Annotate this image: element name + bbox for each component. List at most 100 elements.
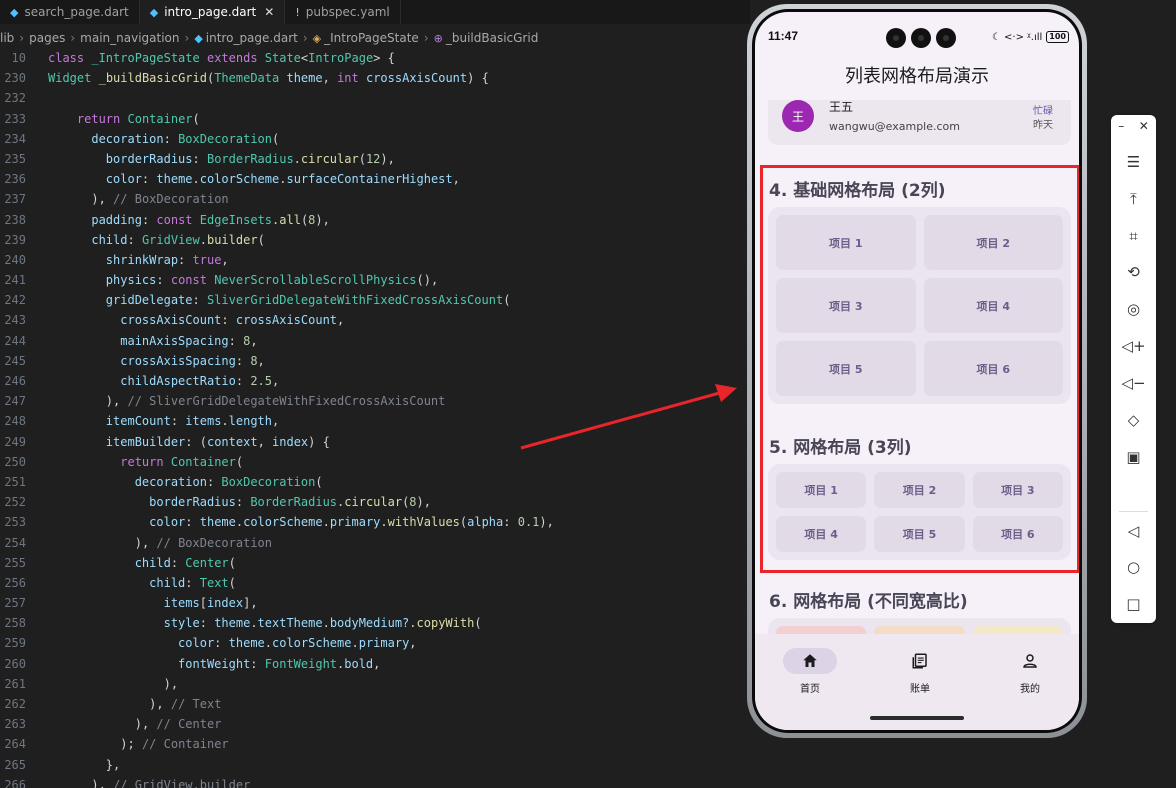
tab-intro-page[interactable]: ◆ intro_page.dart ✕ (139, 0, 286, 24)
overview-icon[interactable]: □ (1111, 595, 1156, 613)
phone-frame: 11:47 ☾ <·> ᵡ.ıll 100 列表网格布局演示 王 王五 wang… (747, 4, 1087, 738)
line-source: decoration: BoxDecoration( (134, 474, 323, 489)
line-number: 243 (4, 313, 26, 328)
nav-item-home[interactable]: 首页 (770, 648, 850, 695)
line-number: 265 (4, 757, 26, 772)
app-bar-title: 列表网格布局演示 (845, 66, 989, 87)
tab-label: search_page.dart (24, 5, 129, 19)
class-icon: ◈ (312, 31, 322, 45)
line-number: 242 (4, 293, 26, 308)
camera-icon (911, 28, 931, 48)
line-number: 233 (4, 111, 26, 126)
close-icon[interactable]: ✕ (1139, 119, 1149, 133)
breadcrumb-item[interactable]: lib (0, 31, 14, 45)
line-source: }, (105, 757, 121, 772)
close-icon[interactable]: ✕ (264, 5, 274, 19)
home-icon[interactable]: ○ (1111, 558, 1156, 576)
list-item[interactable]: 王 王五 wangwu@example.com 忙碌 昨天 (768, 100, 1071, 145)
line-source: physics: const NeverScrollableScrollPhys… (105, 273, 439, 288)
line-source: class _IntroPageState extends State<Intr… (48, 51, 395, 65)
breadcrumb-item[interactable]: intro_page.dart (206, 31, 298, 45)
screenshot-icon[interactable]: ▣ (1111, 448, 1156, 466)
emulator-toolbar: – ✕ ☰ ⤒ ⌗ ⟲ ◎ ◁+ ◁− ◇ ▣ ◁ ○ □ (1111, 115, 1156, 623)
line-source: childAspectRatio: 2.5, (120, 374, 280, 388)
line-source: style: theme.textTheme.bodyMedium?.copyW… (163, 616, 482, 631)
line-number: 239 (4, 232, 26, 247)
line-source: color: theme.colorScheme.primary.withVal… (149, 515, 554, 530)
breadcrumb-item[interactable]: _IntroPageState (324, 31, 419, 45)
line-source: borderRadius: BorderRadius.circular(12), (105, 151, 395, 166)
line-number: 252 (4, 495, 26, 510)
crop-icon[interactable]: ⌗ (1111, 227, 1156, 245)
pin-top-icon[interactable]: ⤒ (1111, 190, 1156, 208)
status-icons: ☾ <·> ᵡ.ıll 100 (992, 31, 1069, 43)
line-source: child: Text( (149, 575, 236, 590)
line-number: 257 (4, 596, 26, 611)
tab-search-page[interactable]: ◆ search_page.dart (0, 0, 140, 24)
breadcrumb-item[interactable]: main_navigation (80, 31, 179, 45)
list-item-time: 昨天 (1033, 120, 1053, 131)
line-number: 254 (4, 535, 26, 550)
line-source: itemBuilder: (context, index) { (105, 434, 330, 449)
breadcrumb-item[interactable]: pages (29, 31, 65, 45)
breadcrumb-item[interactable]: _buildBasicGrid (446, 31, 538, 45)
line-number: 260 (4, 656, 26, 671)
back-icon[interactable]: ◁ (1111, 522, 1156, 540)
line-number: 244 (4, 333, 26, 348)
nav-label: 账单 (910, 684, 930, 695)
home-indicator[interactable] (870, 716, 964, 720)
dart-file-icon: ◆ (10, 5, 19, 19)
line-source: crossAxisCount: crossAxisCount, (120, 313, 345, 328)
line-number: 255 (4, 555, 26, 570)
line-number: 251 (4, 474, 26, 489)
line-source (48, 88, 91, 108)
nav-label: 首页 (800, 684, 820, 695)
line-source: mainAxisSpacing: 8, (120, 333, 258, 348)
volume-down-icon[interactable]: ◁− (1111, 374, 1156, 392)
rotate-icon[interactable]: ⟲ (1111, 263, 1156, 281)
line-source: padding: const EdgeInsets.all(8), (91, 212, 330, 227)
line-source: gridDelegate: SliverGridDelegateWithFixe… (105, 293, 511, 308)
home-icon (803, 654, 817, 667)
annotation-arrow (520, 384, 737, 450)
menu-icon[interactable]: ☰ (1111, 153, 1156, 171)
line-number: 236 (4, 172, 26, 187)
tab-pubspec[interactable]: ! pubspec.yaml (285, 0, 401, 24)
camera-icon (936, 28, 956, 48)
phone-screen: 11:47 ☾ <·> ᵡ.ıll 100 列表网格布局演示 王 王五 wang… (755, 12, 1079, 730)
scroll-content[interactable]: 王 王五 wangwu@example.com 忙碌 昨天 4. 基础网格布局 … (755, 100, 1079, 643)
record-icon[interactable]: ◎ (1111, 300, 1156, 318)
nav-item-bill[interactable]: 账单 (880, 648, 960, 695)
dart-file-icon: ◆ (149, 5, 159, 19)
status-time: 11:47 (768, 29, 799, 43)
line-number: 240 (4, 252, 26, 267)
tab-label: pubspec.yaml (305, 5, 390, 19)
line-source: ); // Container (120, 737, 229, 752)
line-number: 234 (4, 131, 26, 146)
section-title: 6. 网格布局 (不同宽高比) (769, 592, 968, 612)
editor-tabs: ◆ search_page.dart ◆ intro_page.dart ✕ !… (0, 0, 750, 24)
line-number: 250 (4, 454, 26, 469)
list-item-name: 王五 (829, 100, 854, 114)
avatar: 王 (782, 100, 814, 132)
line-source: itemCount: items.length, (105, 414, 280, 429)
nav-item-profile[interactable]: 我的 (990, 648, 1070, 695)
line-source: child: Center( (134, 555, 236, 570)
volume-up-icon[interactable]: ◁+ (1111, 337, 1156, 355)
line-source: decoration: BoxDecoration( (91, 131, 280, 146)
line-source: fontWeight: FontWeight.bold, (178, 656, 381, 671)
line-number: 235 (4, 151, 26, 166)
line-number: 258 (4, 616, 26, 631)
breadcrumb: lib › pages › main_navigation › ◆ intro_… (0, 31, 539, 45)
line-source: ), // SliverGridDelegateWithFixedCrossAx… (105, 394, 446, 409)
line-number: 261 (4, 676, 26, 691)
minimize-icon[interactable]: – (1118, 119, 1124, 133)
rotate-device-icon[interactable]: ◇ (1111, 411, 1156, 429)
line-number: 237 (4, 192, 26, 207)
method-icon: ⊕ (433, 31, 443, 45)
line-source: ), // Center (134, 717, 222, 732)
tab-label: intro_page.dart (164, 5, 257, 19)
line-number: 248 (4, 414, 26, 429)
line-number: 249 (4, 434, 26, 449)
line-number: 259 (4, 636, 26, 651)
